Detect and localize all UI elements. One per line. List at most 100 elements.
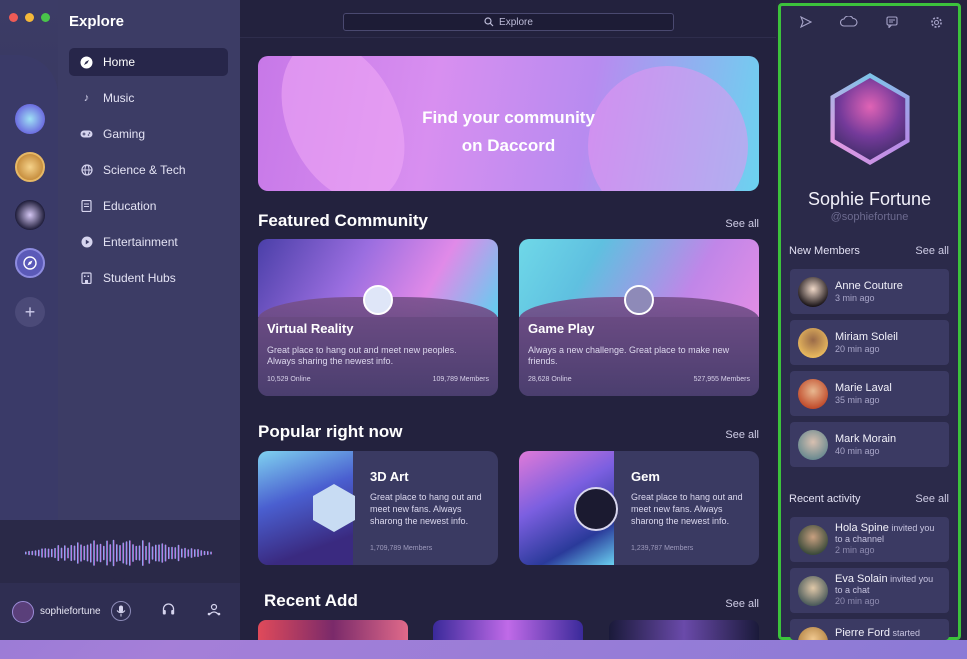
waveform-bar [155,544,157,562]
user-avatar[interactable] [12,600,34,623]
community-card-game-play[interactable]: Game Play Always a new challenge. Great … [519,239,759,396]
gear-icon [930,17,942,28]
card-description: Always a new challenge. Great place to m… [528,345,730,366]
nav-item-gaming[interactable]: Gaming [69,120,228,148]
activity-time: 20 min ago [835,596,880,606]
nav-item-education[interactable]: Education [69,192,228,220]
waveform-bar [77,542,79,564]
nav-item-student-hubs[interactable]: Student Hubs [69,264,228,292]
headphones-icon [162,603,174,615]
settings-button[interactable] [929,16,943,30]
profile-name: Sophie Fortune [807,189,932,209]
search-placeholder: Explore [499,16,533,28]
activity-action: started [892,628,921,638]
server-icon-flame[interactable] [15,200,45,230]
recent-add-thumb[interactable] [609,620,759,640]
minimize-window-button[interactable] [25,13,34,22]
member-item[interactable]: Anne Couture 3 min ago [790,269,949,314]
activity-item[interactable]: Hola Spine invited you to a channel 2 mi… [790,517,949,562]
new-members-see-all-link[interactable]: See all [915,245,949,257]
member-item[interactable]: Miriam Soleil 20 min ago [790,320,949,365]
waveform-bar [119,544,121,562]
featured-see-all-link[interactable]: See all [725,218,759,230]
waveform-bar [174,547,177,559]
maximize-window-button[interactable] [41,13,50,22]
activity-item[interactable]: Eva Solain invited you to a chat 20 min … [790,568,949,613]
nav-item-entertainment[interactable]: Entertainment [69,228,228,256]
nav-item-music[interactable]: ♪ Music [69,84,228,112]
member-avatar [798,328,828,358]
main-content: Explore Find your community on Daccord F… [240,0,776,640]
recent-activity-see-all-link[interactable]: See all [915,493,949,505]
search-input[interactable]: Explore [343,13,674,31]
waveform-bar [197,549,199,558]
waveform-bar [151,546,154,560]
server-icon-crystal[interactable] [15,104,45,134]
member-time: 20 min ago [835,344,880,354]
profile-photo [834,78,906,160]
add-server-button[interactable]: + [15,297,45,327]
nav-label: Gaming [103,127,146,141]
play-icon [80,236,93,249]
popular-card-3d-art[interactable]: 3D Art Great place to hang out and meet … [258,451,498,565]
activity-item[interactable]: Pierre Ford started [790,619,949,640]
recent-add-thumb[interactable] [258,620,408,640]
nav-item-home[interactable]: Home [69,48,228,76]
waveform-bar [181,548,183,558]
nav-label: Science & Tech [103,163,186,177]
globe-icon [80,164,93,177]
popular-see-all-link[interactable]: See all [725,429,759,441]
hero-banner[interactable]: Find your community on Daccord [258,56,759,191]
headphones-button[interactable] [160,603,176,619]
server-icon-avatar[interactable] [15,152,45,182]
waveform-bar [194,549,196,557]
user-bar: sophiefortune [0,583,240,640]
activity-detail: to a channel [835,534,885,544]
waveform-bar [28,550,30,556]
gamepad-icon [80,128,93,141]
waveform-bar [83,545,86,561]
activity-avatar [798,525,828,555]
featured-section-title: Featured Community [258,211,429,230]
waveform-bar [177,544,180,562]
profile-avatar[interactable] [830,73,910,165]
waveform-bar [86,544,89,562]
microphone-button[interactable] [111,601,131,621]
community-card-virtual-reality[interactable]: Virtual Reality Great place to hang out … [258,239,498,396]
messages-button[interactable] [885,16,899,30]
waveform-bar [200,550,203,556]
explore-server-button[interactable] [15,248,45,278]
waveform-bar [148,542,151,564]
waveform-bar [38,549,40,557]
activity-action: invited you [891,523,935,533]
close-window-button[interactable] [9,13,18,22]
popular-card-gem[interactable]: Gem Great place to hang out and meet new… [519,451,759,565]
waveform-bar [41,548,43,558]
waveform-bar [106,540,108,566]
waveform-bar [203,550,206,556]
waveform-bar [99,543,102,563]
recent-add-thumb[interactable] [433,620,583,640]
cloud-icon [839,15,858,27]
waveform-bar [54,547,56,559]
nav-item-science-tech[interactable]: Science & Tech [69,156,228,184]
waveform-bar [129,540,131,566]
recent-add-see-all-link[interactable]: See all [725,598,759,610]
card-title: 3D Art [370,469,409,484]
waveform-bar [135,545,138,561]
book-icon [80,200,93,213]
card-description: Great place to hang out and meet new fan… [631,492,743,526]
send-button[interactable] [799,15,813,30]
member-item[interactable]: Marie Laval 35 min ago [790,371,949,416]
waveform-bar [90,543,92,563]
member-count: 109,789 Members [432,376,489,383]
waveform-bar [187,549,190,557]
hero-title: Find your community on Daccord [258,104,759,160]
waveform-bar [210,551,212,555]
user-settings-button[interactable] [206,603,222,619]
member-item[interactable]: Mark Morain 40 min ago [790,422,949,467]
cloud-button[interactable] [839,15,859,30]
waveform-bar [116,544,118,562]
card-title: Gem [631,469,660,484]
activity-user: Pierre Ford [835,627,891,639]
